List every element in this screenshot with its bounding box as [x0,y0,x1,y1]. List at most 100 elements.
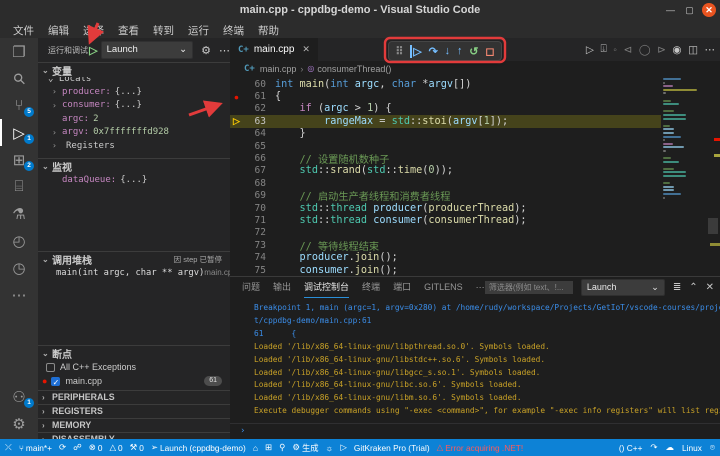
panel-tab-终端[interactable]: 终端 [362,277,380,297]
status-language-indicator[interactable]: () C++ [619,443,643,453]
step-into-icon[interactable]: ↓ [445,45,451,57]
activity-source-control-icon[interactable]: ⑂5 [0,92,38,119]
status-warnings[interactable]: △0 [109,442,122,453]
console-filter-input[interactable] [485,281,573,294]
debug-console-prompt[interactable]: › [230,423,720,437]
status-home[interactable]: ⌂ [253,443,258,453]
variable-row-dataQueue[interactable]: dataQueue:{...} [38,173,230,187]
tab-main-cpp[interactable]: C+ main.cpp ✕ [230,38,318,61]
status-tools-count[interactable]: ⚒0 [130,442,144,453]
variables-header[interactable]: ⌄变量 [38,63,230,77]
gitlens-revision-icon[interactable]: ◯ [639,44,651,56]
close-panel-icon[interactable]: ✕ [706,282,714,293]
step-out-icon[interactable]: ↑ [457,45,463,57]
editor-scrollbar[interactable] [706,76,720,276]
run-icon[interactable]: ▷ [586,44,594,56]
panel-tab-⋯[interactable]: ⋯ [476,277,485,297]
status-remote-indicator[interactable]: ⤫ [5,442,12,453]
status-dotnet-error[interactable]: △Error acquiring .NET! [437,442,523,453]
gutter[interactable]: ●61 [230,91,266,102]
breakpoint-row[interactable]: All C++ Exceptions [38,360,230,374]
gutter[interactable]: 69 [230,190,266,201]
status-run[interactable]: ▷ [340,442,347,453]
status-cloud[interactable]: ☁ [666,442,675,453]
panel-tab-端口[interactable]: 端口 [393,277,411,297]
run-in-circle-icon[interactable]: ◉ [672,44,681,56]
status-gitkraken[interactable]: GitKraken Pro (Trial) [354,443,430,453]
gear-icon[interactable]: ⚙ [201,44,211,57]
status-notifications-bell[interactable]: ⌾ [710,442,715,453]
menu-item-转到[interactable]: 转到 [146,23,181,38]
menu-item-查看[interactable]: 查看 [111,23,146,38]
activity-more-views-icon[interactable]: ⋯ [0,281,38,308]
section-peripherals[interactable]: ›PERIPHERALS [38,390,230,403]
stop-icon[interactable]: ◻ [485,45,494,58]
status-os-indicator[interactable]: Linux [682,443,702,453]
breadcrumb[interactable]: C+ main.cpp › ◎ consumerThread() [230,61,720,76]
scrollbar-slider[interactable] [708,218,718,234]
activity-search-icon[interactable]: ⚲ [0,65,38,92]
call-stack-frame[interactable]: main(int argc, char ** argv)main.cpp [38,266,230,279]
gutter[interactable]: 64 [230,128,266,139]
panel-tab-输出[interactable]: 输出 [273,277,291,297]
panel-tab-GITLENS[interactable]: GITLENS [424,277,463,297]
more-actions-icon[interactable]: ⋯ [705,44,716,56]
more-icon[interactable]: ⋯ [219,44,230,57]
gitlens-next-change-icon[interactable]: ⊳ [657,44,666,56]
variable-row-argc[interactable]: argc:2 [38,112,230,126]
status-bulb[interactable]: ⚲ [279,442,285,453]
status-feedback[interactable]: ↷ [650,442,657,453]
status-sync[interactable]: ⟳ [59,442,66,453]
gutter[interactable]: 73 [230,240,266,251]
gutter[interactable]: 75 [230,265,266,276]
activity-testing-icon[interactable]: ⚗ [0,200,38,227]
activity-explorer-icon[interactable]: ❐ [0,38,38,65]
activity-run-and-debug-icon[interactable]: ▷1 [0,119,38,146]
gutter[interactable]: 70 [230,203,266,214]
step-over-icon[interactable]: ↷ [429,45,438,58]
gutter[interactable]: 65 [230,141,266,152]
maximize-button[interactable]: ▢ [683,4,696,17]
gutter[interactable]: 72 [230,227,266,238]
activity-accounts-icon[interactable]: ⚇1 [0,383,38,410]
gutter[interactable]: ▷63 [230,116,266,127]
launch-config-dropdown[interactable]: Launch ⌄ [101,41,193,59]
continue-icon[interactable]: ▷ [410,45,421,58]
gutter[interactable]: 71 [230,215,266,226]
gutter[interactable]: 62 [230,103,266,114]
watch-header[interactable]: ⌄监视 [38,159,230,173]
run-below-icon[interactable]: ⍗ [600,43,606,56]
section-registers[interactable]: ›REGISTERS [38,404,230,417]
gutter[interactable]: 67 [230,165,266,176]
status-launch-target[interactable]: ➢Launch (cppdbg-demo) [151,442,246,453]
gutter[interactable]: 66 [230,153,266,164]
restart-icon[interactable]: ↺ [469,45,478,58]
variable-row-Registers[interactable]: ›Registers [38,139,230,153]
menu-item-运行[interactable]: 运行 [181,23,216,38]
menu-item-帮助[interactable]: 帮助 [251,23,286,38]
output-actions-icon[interactable]: ≣ [673,282,681,293]
panel-tab-调试控制台[interactable]: 调试控制台 [304,277,349,298]
call-stack-header[interactable]: ⌄调用堆栈 因 step 已暂停 [38,252,230,266]
gitlens-prev-change-icon[interactable]: ⊲ [624,44,633,56]
status-cmake-build[interactable]: ⚙生成 [292,442,318,454]
split-editor-icon[interactable]: ◫ [688,44,698,56]
minimize-button[interactable]: — [664,4,677,17]
activity-tool-circle-b-icon[interactable]: ◷ [0,254,38,281]
status-gitlens-graph[interactable]: ☍ [73,442,82,453]
status-errors[interactable]: ⊗0 [89,442,103,453]
menu-item-选择[interactable]: 选择 [76,23,111,38]
breakpoint-checkbox[interactable]: ✓ [51,377,60,386]
code-editor[interactable]: 60int main(int argc, char *argv[])●61{62… [230,76,661,276]
start-debug-icon[interactable]: ▷ [89,44,97,57]
menu-item-编辑[interactable]: 编辑 [41,23,76,38]
activity-extensions-icon[interactable]: ⊞2 [0,146,38,173]
gutter[interactable]: 74 [230,252,266,263]
bulb-icon[interactable]: ◦ [613,44,617,56]
breakpoint-checkbox[interactable] [46,363,55,372]
close-tab-icon[interactable]: ✕ [302,44,310,55]
activity-remote-explorer-icon[interactable]: ⌸ [0,173,38,200]
breakpoint-dot[interactable]: ● [230,92,243,102]
activity-tool-circle-a-icon[interactable]: ◴ [0,227,38,254]
minimap[interactable] [663,78,697,223]
